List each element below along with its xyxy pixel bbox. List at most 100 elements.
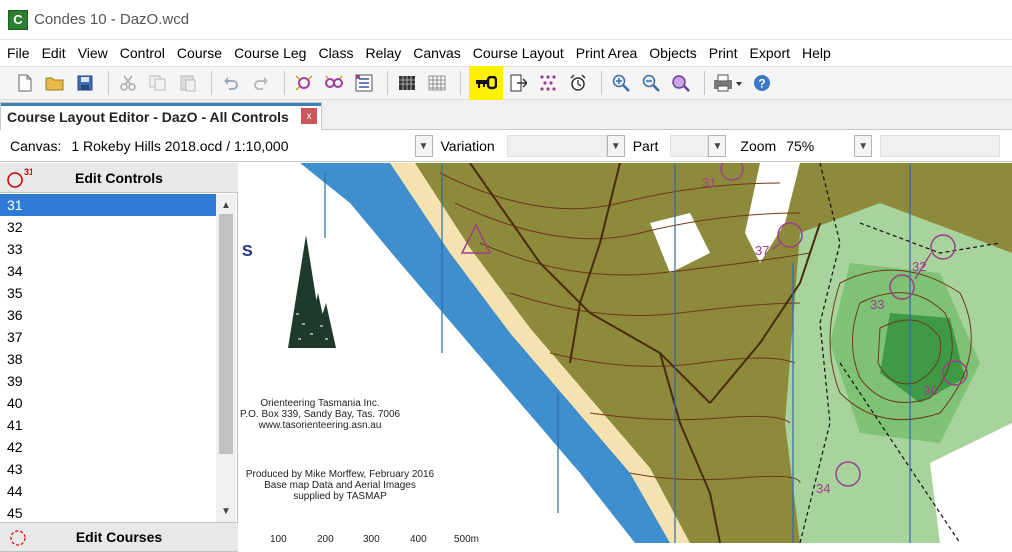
cut-icon[interactable] bbox=[115, 70, 141, 96]
left-panel: 31 Edit Controls 31 32 33 34 35 36 37 38… bbox=[0, 163, 238, 552]
variation-dropdown-icon[interactable]: ▼ bbox=[606, 135, 625, 157]
toolbar-separator bbox=[601, 71, 602, 95]
scale-label: 500m bbox=[454, 534, 480, 543]
menu-course-leg[interactable]: Course Leg bbox=[227, 45, 311, 61]
list-item[interactable]: 35 bbox=[0, 282, 216, 304]
menu-class[interactable]: Class bbox=[311, 45, 358, 61]
list-item[interactable]: 33 bbox=[0, 238, 216, 260]
variation-select[interactable] bbox=[506, 135, 607, 157]
edit-courses-header[interactable]: Edit Courses bbox=[0, 522, 238, 552]
produced-text: Produced by Mike Morffew, February 2016 … bbox=[242, 469, 438, 502]
zoom-fit-icon[interactable] bbox=[668, 70, 694, 96]
key-icon[interactable] bbox=[469, 66, 503, 100]
menu-print[interactable]: Print bbox=[702, 45, 743, 61]
zoom-out-icon[interactable] bbox=[638, 70, 664, 96]
menu-export[interactable]: Export bbox=[743, 45, 795, 61]
toolbar: ? bbox=[0, 66, 1012, 100]
redo-icon[interactable] bbox=[248, 70, 274, 96]
control-label: 33 bbox=[870, 297, 885, 312]
alarm-icon[interactable] bbox=[565, 70, 591, 96]
list-item[interactable]: 45 bbox=[0, 502, 216, 522]
zoom-select-value[interactable]: 75% bbox=[786, 138, 854, 154]
scale-label: 300 bbox=[363, 534, 380, 543]
edit-controls-title: Edit Controls bbox=[75, 169, 163, 186]
zoom-dropdown-icon[interactable]: ▼ bbox=[854, 135, 873, 157]
canvas-bar: Canvas: 1 Rokeby Hills 2018.ocd / 1:10,0… bbox=[0, 131, 1012, 162]
menu-course[interactable]: Course bbox=[170, 45, 227, 61]
undo-icon[interactable] bbox=[218, 70, 244, 96]
menu-edit[interactable]: Edit bbox=[35, 45, 71, 61]
scatter-icon[interactable] bbox=[535, 70, 561, 96]
grid-lines-icon[interactable] bbox=[424, 70, 450, 96]
zoom-in-icon[interactable] bbox=[608, 70, 634, 96]
list-item[interactable]: 42 bbox=[0, 436, 216, 458]
controls-list: 31 32 33 34 35 36 37 38 39 40 41 42 43 4… bbox=[0, 194, 216, 522]
svg-text:31: 31 bbox=[24, 167, 32, 177]
menu-file[interactable]: File bbox=[0, 45, 35, 61]
part-dropdown-icon[interactable]: ▼ bbox=[708, 135, 727, 157]
menu-objects[interactable]: Objects bbox=[642, 45, 701, 61]
menu-help[interactable]: Help bbox=[795, 45, 836, 61]
controls-scrollbar[interactable]: ▲ ▼ bbox=[216, 194, 236, 522]
scale-label: 200 bbox=[317, 534, 334, 543]
control-label: 36 bbox=[923, 383, 938, 398]
scale-label: 100 bbox=[270, 534, 287, 543]
course-list-icon[interactable] bbox=[351, 70, 377, 96]
control-label: 37 bbox=[755, 243, 770, 258]
menu-relay[interactable]: Relay bbox=[358, 45, 406, 61]
menu-control[interactable]: Control bbox=[113, 45, 170, 61]
scroll-down-icon[interactable]: ▼ bbox=[216, 502, 236, 520]
save-icon[interactable] bbox=[72, 70, 98, 96]
credits-line: P.O. Box 339, Sandy Bay, Tas. 7006 bbox=[240, 409, 401, 420]
zoom-label: Zoom bbox=[740, 138, 777, 154]
toolbar-separator bbox=[108, 71, 109, 95]
menu-print-area[interactable]: Print Area bbox=[569, 45, 642, 61]
map-canvas[interactable]: S 31 32 33 34 36 37 Orienteering Tasmani… bbox=[240, 163, 1012, 543]
list-item[interactable]: 41 bbox=[0, 414, 216, 436]
magic-course-icon[interactable] bbox=[321, 70, 347, 96]
list-item[interactable]: 34 bbox=[0, 260, 216, 282]
menu-canvas[interactable]: Canvas bbox=[406, 45, 465, 61]
scroll-up-icon[interactable]: ▲ bbox=[216, 196, 236, 214]
grid-icon[interactable] bbox=[394, 70, 420, 96]
list-item[interactable]: 32 bbox=[0, 216, 216, 238]
variation-label: Variation bbox=[440, 138, 495, 154]
status-box bbox=[880, 135, 1001, 157]
tab-course-layout-editor[interactable]: Course Layout Editor - DazO - All Contro… bbox=[0, 102, 322, 130]
title-bar: C Condes 10 - DazO.wcd bbox=[0, 0, 1012, 40]
open-icon[interactable] bbox=[42, 70, 68, 96]
list-item[interactable]: 36 bbox=[0, 304, 216, 326]
control-circle-icon: 31 bbox=[6, 167, 34, 192]
credits-line: www.tasorienteering.asn.au bbox=[258, 420, 382, 431]
list-item[interactable]: 44 bbox=[0, 480, 216, 502]
close-icon[interactable]: x bbox=[301, 108, 317, 124]
control-label: 34 bbox=[816, 481, 831, 496]
scroll-thumb[interactable] bbox=[219, 214, 233, 454]
exit-icon[interactable] bbox=[505, 70, 531, 96]
edit-controls-header[interactable]: 31 Edit Controls bbox=[0, 163, 238, 193]
list-item[interactable]: 43 bbox=[0, 458, 216, 480]
part-label: Part bbox=[632, 138, 659, 154]
list-item[interactable]: 38 bbox=[0, 348, 216, 370]
document-tab-strip: Course Layout Editor - DazO - All Contro… bbox=[0, 100, 1012, 130]
toolbar-separator bbox=[284, 71, 285, 95]
paste-icon[interactable] bbox=[175, 70, 201, 96]
magic-control-icon[interactable] bbox=[291, 70, 317, 96]
list-item[interactable]: 39 bbox=[0, 370, 216, 392]
canvas-select-value[interactable]: 1 Rokeby Hills 2018.ocd / 1:10,000 bbox=[71, 138, 288, 154]
help-icon[interactable]: ? bbox=[749, 70, 775, 96]
list-item[interactable]: 40 bbox=[0, 392, 216, 414]
list-item[interactable]: 31 bbox=[0, 194, 216, 216]
canvas-dropdown-icon[interactable]: ▼ bbox=[414, 135, 433, 157]
menu-bar: File Edit View Control Course Course Leg… bbox=[0, 40, 1012, 66]
menu-course-layout[interactable]: Course Layout bbox=[466, 45, 569, 61]
control-label: 32 bbox=[912, 259, 927, 274]
new-icon[interactable] bbox=[12, 70, 38, 96]
menu-view[interactable]: View bbox=[71, 45, 113, 61]
toolbar-separator bbox=[460, 71, 461, 95]
credits-text: Orienteering Tasmania Inc. P.O. Box 339,… bbox=[240, 398, 400, 431]
list-item[interactable]: 37 bbox=[0, 326, 216, 348]
print-icon[interactable] bbox=[711, 70, 745, 96]
part-select[interactable] bbox=[670, 135, 709, 157]
copy-icon[interactable] bbox=[145, 70, 171, 96]
